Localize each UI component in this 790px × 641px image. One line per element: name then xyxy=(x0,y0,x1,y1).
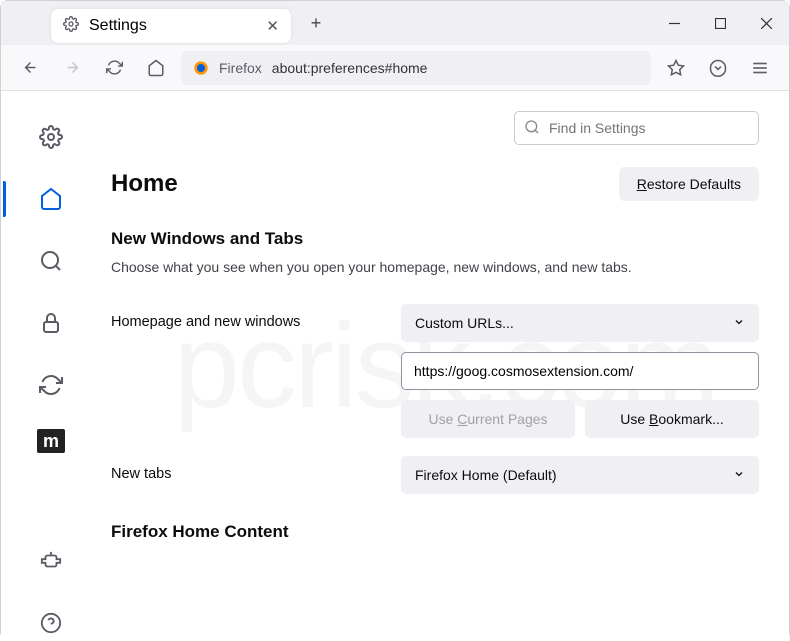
window-controls xyxy=(651,1,789,45)
new-windows-tabs-desc: Choose what you see when you open your h… xyxy=(111,257,759,278)
content-area: m Home Restore Defaults New Windows and … xyxy=(1,91,789,641)
url-product-label: Firefox xyxy=(219,60,262,76)
home-button[interactable] xyxy=(139,51,173,85)
sidebar-item-home[interactable] xyxy=(33,181,69,217)
sidebar-item-privacy[interactable] xyxy=(33,305,69,341)
toolbar: Firefox about:preferences#home xyxy=(1,45,789,91)
sidebar-item-search[interactable] xyxy=(33,243,69,279)
new-tabs-label: New tabs xyxy=(111,456,401,482)
close-window-button[interactable] xyxy=(743,1,789,45)
restore-defaults-button[interactable]: Restore Defaults xyxy=(619,167,759,201)
find-in-settings-input[interactable] xyxy=(514,111,759,145)
sidebar-item-sync[interactable] xyxy=(33,367,69,403)
url-bar[interactable]: Firefox about:preferences#home xyxy=(181,51,651,85)
new-tabs-select[interactable]: Firefox Home (Default) xyxy=(401,456,759,494)
homepage-mode-select[interactable]: Custom URLs... xyxy=(401,304,759,342)
pocket-button[interactable] xyxy=(701,51,735,85)
tab-title: Settings xyxy=(89,17,147,35)
sidebar-item-general[interactable] xyxy=(33,119,69,155)
use-current-pages-button[interactable]: Use Current Pages xyxy=(401,400,575,438)
maximize-button[interactable] xyxy=(697,1,743,45)
use-bookmark-button[interactable]: Use Bookmark... xyxy=(585,400,759,438)
forward-button[interactable] xyxy=(55,51,89,85)
new-tabs-value: Firefox Home (Default) xyxy=(415,467,557,483)
titlebar: Settings ✕ + xyxy=(1,1,789,45)
chevron-down-icon xyxy=(733,315,745,331)
gear-icon xyxy=(63,16,79,37)
firefox-home-content-heading: Firefox Home Content xyxy=(111,522,759,542)
sidebar-item-help[interactable] xyxy=(33,605,69,641)
homepage-label: Homepage and new windows xyxy=(111,304,401,330)
homepage-url-input[interactable] xyxy=(401,352,759,390)
new-windows-tabs-heading: New Windows and Tabs xyxy=(111,229,759,249)
homepage-row: Homepage and new windows Custom URLs... … xyxy=(111,304,759,438)
sidebar-item-extensions[interactable] xyxy=(33,543,69,579)
browser-tab[interactable]: Settings ✕ xyxy=(51,9,291,43)
search-icon xyxy=(524,119,540,140)
chevron-down-icon xyxy=(733,467,745,483)
reload-button[interactable] xyxy=(97,51,131,85)
new-tab-button[interactable]: + xyxy=(301,8,331,38)
back-button[interactable] xyxy=(13,51,47,85)
new-tabs-row: New tabs Firefox Home (Default) xyxy=(111,456,759,494)
homepage-mode-value: Custom URLs... xyxy=(415,315,514,331)
page-title: Home xyxy=(111,170,178,198)
sidebar-item-more[interactable]: m xyxy=(37,429,65,453)
menu-button[interactable] xyxy=(743,51,777,85)
minimize-button[interactable] xyxy=(651,1,697,45)
bookmark-star-button[interactable] xyxy=(659,51,693,85)
sidebar: m xyxy=(1,91,101,641)
main-panel: Home Restore Defaults New Windows and Ta… xyxy=(101,91,789,641)
url-text: about:preferences#home xyxy=(272,60,428,76)
firefox-icon xyxy=(193,60,209,76)
close-icon[interactable]: ✕ xyxy=(266,17,279,35)
